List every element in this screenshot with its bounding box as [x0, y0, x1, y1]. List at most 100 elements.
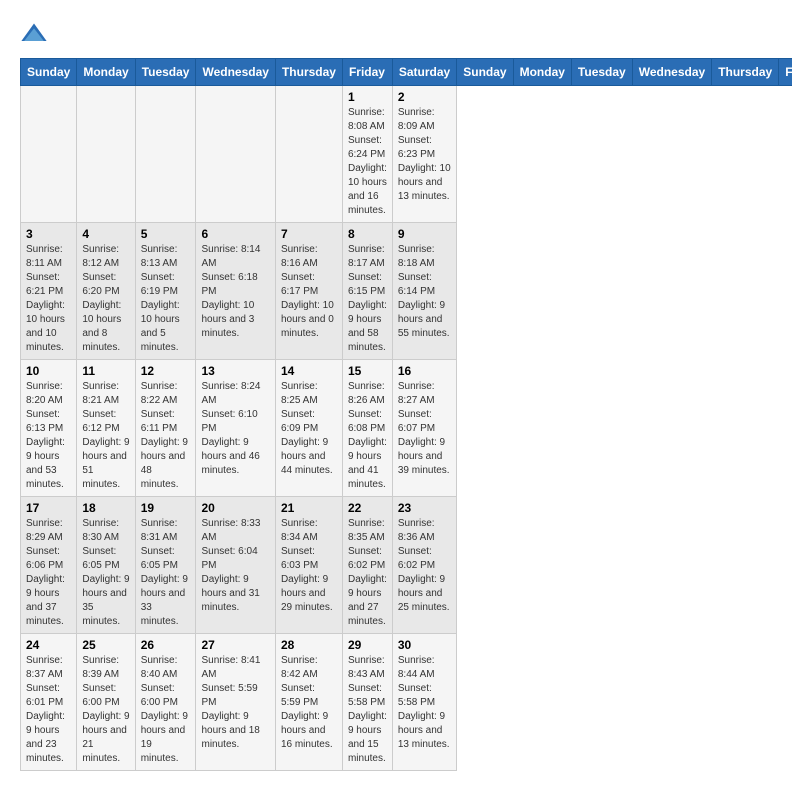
- day-info: Sunrise: 8:24 AMSunset: 6:10 PMDaylight:…: [201, 380, 269, 478]
- day-number: 20: [201, 501, 269, 515]
- calendar-cell: 9 Sunrise: 8:18 AMSunset: 6:14 PMDaylight…: [392, 223, 456, 360]
- calendar-cell: 2 Sunrise: 8:09 AMSunset: 6:23 PMDaylight…: [392, 86, 456, 223]
- day-number: 29: [348, 638, 387, 652]
- day-info: Sunrise: 8:41 AMSunset: 5:59 PMDaylight:…: [201, 654, 269, 752]
- day-info: Sunrise: 8:14 AMSunset: 6:18 PMDaylight:…: [201, 243, 269, 341]
- day-info: Sunrise: 8:43 AMSunset: 5:58 PMDaylight:…: [348, 654, 387, 766]
- day-number: 6: [201, 227, 269, 241]
- calendar-cell: 20Sunrise: 8:33 AMSunset: 6:04 PMDayligh…: [196, 497, 275, 634]
- day-number: 21: [281, 501, 337, 515]
- calendar-cell: [275, 86, 342, 223]
- day-number: 1: [348, 90, 387, 104]
- calendar-cell: 30Sunrise: 8:44 AMSunset: 5:58 PMDayligh…: [392, 634, 456, 771]
- calendar-cell: [21, 86, 77, 223]
- day-number: 5: [141, 227, 191, 241]
- header-wednesday: Wednesday: [196, 59, 275, 86]
- calendar-cell: 24 Sunrise: 8:37 AMSunset: 6:01 PMDayligh…: [21, 634, 77, 771]
- day-number: 17: [26, 501, 71, 515]
- calendar-cell: 13 Sunrise: 8:24 AMSunset: 6:10 PMDayligh…: [196, 360, 275, 497]
- day-info: Sunrise: 8:37 AMSunset: 6:01 PMDaylight:…: [26, 654, 71, 766]
- day-number: 24: [26, 638, 71, 652]
- header-friday: Friday: [342, 59, 392, 86]
- header-saturday: Saturday: [392, 59, 456, 86]
- day-info: Sunrise: 8:12 AMSunset: 6:20 PMDaylight:…: [82, 243, 129, 355]
- day-number: 28: [281, 638, 337, 652]
- col-header-tuesday: Tuesday: [571, 59, 632, 86]
- calendar-cell: 21 Sunrise: 8:34 AMSunset: 6:03 PMDayligh…: [275, 497, 342, 634]
- day-number: 2: [398, 90, 451, 104]
- day-info: Sunrise: 8:44 AMSunset: 5:58 PMDaylight:…: [398, 654, 451, 752]
- day-number: 8: [348, 227, 387, 241]
- day-number: 16: [398, 364, 451, 378]
- calendar-cell: 22Sunrise: 8:35 AMSunset: 6:02 PMDayligh…: [342, 497, 392, 634]
- day-info: Sunrise: 8:34 AMSunset: 6:03 PMDaylight:…: [281, 517, 337, 615]
- calendar-cell: 14Sunrise: 8:25 AMSunset: 6:09 PMDayligh…: [275, 360, 342, 497]
- calendar-cell: 17 Sunrise: 8:29 AMSunset: 6:06 PMDayligh…: [21, 497, 77, 634]
- day-info: Sunrise: 8:13 AMSunset: 6:19 PMDaylight:…: [141, 243, 191, 355]
- day-number: 3: [26, 227, 71, 241]
- day-info: Sunrise: 8:26 AMSunset: 6:08 PMDaylight:…: [348, 380, 387, 492]
- col-header-thursday: Thursday: [712, 59, 779, 86]
- calendar-cell: 11Sunrise: 8:21 AMSunset: 6:12 PMDayligh…: [77, 360, 135, 497]
- day-number: 15: [348, 364, 387, 378]
- calendar-week-row: 1 Sunrise: 8:08 AMSunset: 6:24 PMDaylight…: [21, 86, 792, 223]
- calendar-cell: 29 Sunrise: 8:43 AMSunset: 5:58 PMDayligh…: [342, 634, 392, 771]
- calendar-cell: 26 Sunrise: 8:40 AMSunset: 6:00 PMDayligh…: [135, 634, 196, 771]
- day-info: Sunrise: 8:40 AMSunset: 6:00 PMDaylight:…: [141, 654, 191, 766]
- col-header-wednesday: Wednesday: [632, 59, 711, 86]
- day-number: 12: [141, 364, 191, 378]
- calendar-cell: [196, 86, 275, 223]
- day-number: 10: [26, 364, 71, 378]
- day-info: Sunrise: 8:36 AMSunset: 6:02 PMDaylight:…: [398, 517, 451, 615]
- calendar-cell: 25Sunrise: 8:39 AMSunset: 6:00 PMDayligh…: [77, 634, 135, 771]
- calendar-cell: 12 Sunrise: 8:22 AMSunset: 6:11 PMDayligh…: [135, 360, 196, 497]
- day-info: Sunrise: 8:25 AMSunset: 6:09 PMDaylight:…: [281, 380, 337, 478]
- page-header: [20, 20, 772, 48]
- day-info: Sunrise: 8:08 AMSunset: 6:24 PMDaylight:…: [348, 106, 387, 218]
- header-tuesday: Tuesday: [135, 59, 196, 86]
- col-header-sunday: Sunday: [457, 59, 513, 86]
- calendar-cell: 8Sunrise: 8:17 AMSunset: 6:15 PMDaylight…: [342, 223, 392, 360]
- calendar-cell: 23 Sunrise: 8:36 AMSunset: 6:02 PMDayligh…: [392, 497, 456, 634]
- day-number: 23: [398, 501, 451, 515]
- day-info: Sunrise: 8:39 AMSunset: 6:00 PMDaylight:…: [82, 654, 129, 766]
- header-monday: Monday: [77, 59, 135, 86]
- day-info: Sunrise: 8:31 AMSunset: 6:05 PMDaylight:…: [141, 517, 191, 629]
- col-header-monday: Monday: [513, 59, 571, 86]
- day-info: Sunrise: 8:21 AMSunset: 6:12 PMDaylight:…: [82, 380, 129, 492]
- calendar-week-row: 17 Sunrise: 8:29 AMSunset: 6:06 PMDayligh…: [21, 497, 792, 634]
- logo-icon: [20, 20, 48, 48]
- calendar-cell: 6 Sunrise: 8:14 AMSunset: 6:18 PMDaylight…: [196, 223, 275, 360]
- calendar-cell: [135, 86, 196, 223]
- day-info: Sunrise: 8:29 AMSunset: 6:06 PMDaylight:…: [26, 517, 71, 629]
- day-number: 13: [201, 364, 269, 378]
- calendar-cell: 16 Sunrise: 8:27 AMSunset: 6:07 PMDayligh…: [392, 360, 456, 497]
- calendar-header-row: SundayMondayTuesdayWednesdayThursdayFrid…: [21, 59, 792, 86]
- calendar-cell: [77, 86, 135, 223]
- calendar-week-row: 10 Sunrise: 8:20 AMSunset: 6:13 PMDayligh…: [21, 360, 792, 497]
- day-number: 18: [82, 501, 129, 515]
- day-info: Sunrise: 8:30 AMSunset: 6:05 PMDaylight:…: [82, 517, 129, 629]
- calendar-cell: 4 Sunrise: 8:12 AMSunset: 6:20 PMDaylight…: [77, 223, 135, 360]
- calendar-cell: 5 Sunrise: 8:13 AMSunset: 6:19 PMDaylight…: [135, 223, 196, 360]
- day-info: Sunrise: 8:27 AMSunset: 6:07 PMDaylight:…: [398, 380, 451, 478]
- logo: [20, 20, 52, 48]
- day-number: 9: [398, 227, 451, 241]
- day-number: 19: [141, 501, 191, 515]
- calendar-week-row: 3Sunrise: 8:11 AMSunset: 6:21 PMDaylight…: [21, 223, 792, 360]
- day-info: Sunrise: 8:42 AMSunset: 5:59 PMDaylight:…: [281, 654, 337, 752]
- calendar-cell: 19 Sunrise: 8:31 AMSunset: 6:05 PMDayligh…: [135, 497, 196, 634]
- calendar-table: SundayMondayTuesdayWednesdayThursdayFrid…: [20, 58, 792, 771]
- day-info: Sunrise: 8:16 AMSunset: 6:17 PMDaylight:…: [281, 243, 337, 341]
- day-number: 4: [82, 227, 129, 241]
- day-info: Sunrise: 8:18 AMSunset: 6:14 PMDaylight:…: [398, 243, 451, 341]
- calendar-cell: 27Sunrise: 8:41 AMSunset: 5:59 PMDayligh…: [196, 634, 275, 771]
- day-number: 26: [141, 638, 191, 652]
- calendar-cell: 10 Sunrise: 8:20 AMSunset: 6:13 PMDayligh…: [21, 360, 77, 497]
- day-number: 7: [281, 227, 337, 241]
- col-header-friday: Friday: [779, 59, 792, 86]
- day-info: Sunrise: 8:09 AMSunset: 6:23 PMDaylight:…: [398, 106, 451, 204]
- day-info: Sunrise: 8:22 AMSunset: 6:11 PMDaylight:…: [141, 380, 191, 492]
- header-thursday: Thursday: [275, 59, 342, 86]
- day-info: Sunrise: 8:20 AMSunset: 6:13 PMDaylight:…: [26, 380, 71, 492]
